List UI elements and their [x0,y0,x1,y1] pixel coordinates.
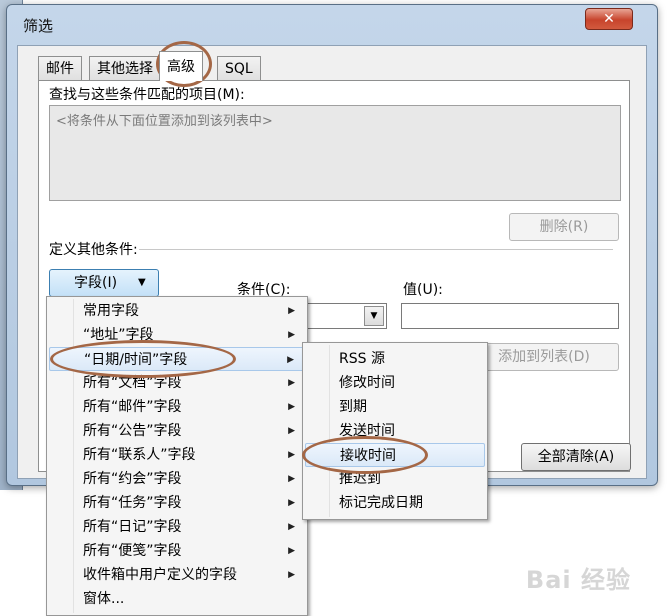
tab-more-choices[interactable]: 其他选择 [89,56,161,80]
submenu-item-deferred[interactable]: 推迟到 [305,467,485,491]
close-icon: ✕ [603,11,615,27]
menu-item-label: 所有“约会”字段 [83,471,182,487]
menu-item-label: 所有“邮件”字段 [83,399,182,415]
watermark: Bai 经验 [525,566,631,594]
chevron-right-icon: ▶ [288,546,295,556]
chevron-right-icon: ▶ [288,498,295,508]
menu-item-label: 所有“文档”字段 [83,375,182,391]
chevron-right-icon: ▶ [288,522,295,532]
tab-sql-label: SQL [225,61,253,77]
chevron-down-icon[interactable]: ▼ [364,306,384,326]
section-divider [139,249,613,250]
submenu-item-flag-completed[interactable]: 标记完成日期 [305,491,485,515]
menu-item-label: 窗体... [83,591,125,607]
submenu-item-label: 发送时间 [339,423,395,439]
chevron-right-icon: ▶ [288,330,295,340]
find-items-label: 查找与这些条件匹配的项目(M): [49,87,245,103]
submenu-item-label: 接收时间 [340,448,396,464]
submenu-item-due[interactable]: 到期 [305,395,485,419]
close-button[interactable]: ✕ [585,8,633,30]
submenu-item-label: 到期 [339,399,367,415]
clear-all-label: 全部清除(A) [537,449,615,465]
submenu-item-sent[interactable]: 发送时间 [305,419,485,443]
submenu-item-label: 修改时间 [339,375,395,391]
menu-item-label: 所有“公告”字段 [83,423,182,439]
criteria-placeholder: <将条件从下面位置添加到该列表中> [56,114,273,129]
submenu-item-label: 标记完成日期 [339,495,423,511]
value-input[interactable] [401,303,619,329]
submenu-item-received[interactable]: 接收时间 [305,443,485,467]
chevron-right-icon: ▶ [288,426,295,436]
menu-item-datetime-fields[interactable]: “日期/时间”字段 ▶ [49,347,305,371]
menu-item-label: 所有“任务”字段 [83,495,182,511]
chevron-right-icon: ▶ [288,450,295,460]
chevron-down-icon: ▼ [138,277,146,288]
clear-all-button[interactable]: 全部清除(A) [521,443,631,471]
menu-item-forms[interactable]: 窗体... [49,587,305,611]
menu-item-label: “地址”字段 [83,327,154,343]
tab-advanced[interactable]: 高级 [159,51,203,81]
menu-item-post-fields[interactable]: 所有“公告”字段 ▶ [49,419,305,443]
datetime-submenu: RSS 源 修改时间 到期 发送时间 接收时间 推迟到 标记完成日期 [302,342,488,520]
define-more-criteria-label: 定义其他条件: [49,242,138,258]
submenu-item-label: RSS 源 [339,351,385,367]
tab-sql[interactable]: SQL [217,56,261,80]
chevron-right-icon: ▶ [288,402,295,412]
value-label: 值(U): [403,282,443,298]
chevron-right-icon: ▶ [288,570,295,580]
menu-item-mail-fields[interactable]: 所有“邮件”字段 ▶ [49,395,305,419]
field-menu: 常用字段 ▶ “地址”字段 ▶ “日期/时间”字段 ▶ 所有“文档”字段 ▶ 所有“邮件… [46,296,308,616]
field-button-label: 字段(I) [74,275,118,291]
chevron-right-icon: ▶ [288,306,295,316]
menu-item-task-fields[interactable]: 所有“任务”字段 ▶ [49,491,305,515]
menu-item-label: 收件箱中用户定义的字段 [83,567,237,583]
submenu-item-rss[interactable]: RSS 源 [305,347,485,371]
tab-mail[interactable]: 邮件 [38,56,82,80]
menu-item-common-fields[interactable]: 常用字段 ▶ [49,299,305,323]
menu-item-contact-fields[interactable]: 所有“联系人”字段 ▶ [49,443,305,467]
menu-item-note-fields[interactable]: 所有“便笺”字段 ▶ [49,539,305,563]
add-to-list-label: 添加到列表(D) [498,349,590,365]
menu-item-label: 所有“便笺”字段 [83,543,182,559]
tab-advanced-label: 高级 [167,59,195,75]
criteria-list[interactable]: <将条件从下面位置添加到该列表中> [49,105,621,201]
chevron-right-icon: ▶ [288,474,295,484]
submenu-item-modified[interactable]: 修改时间 [305,371,485,395]
tab-mail-label: 邮件 [46,61,74,77]
delete-button-label: 删除(R) [539,219,589,235]
chevron-right-icon: ▶ [287,355,294,365]
tab-more-choices-label: 其他选择 [97,61,153,77]
menu-item-label: 所有“联系人”字段 [83,447,196,463]
menu-item-address-fields[interactable]: “地址”字段 ▶ [49,323,305,347]
menu-item-label: 常用字段 [83,303,139,319]
field-dropdown-button[interactable]: 字段(I) ▼ [49,269,159,297]
menu-item-label: “日期/时间”字段 [84,352,188,368]
delete-button[interactable]: 删除(R) [509,213,619,241]
dialog-title: 筛选 [23,17,54,35]
menu-item-journal-fields[interactable]: 所有“日记”字段 ▶ [49,515,305,539]
add-to-list-button[interactable]: 添加到列表(D) [469,343,619,371]
chevron-right-icon: ▶ [288,378,295,388]
menu-item-user-defined-fields[interactable]: 收件箱中用户定义的字段 ▶ [49,563,305,587]
menu-item-appointment-fields[interactable]: 所有“约会”字段 ▶ [49,467,305,491]
menu-item-label: 所有“日记”字段 [83,519,182,535]
menu-item-document-fields[interactable]: 所有“文档”字段 ▶ [49,371,305,395]
submenu-item-label: 推迟到 [339,471,381,487]
